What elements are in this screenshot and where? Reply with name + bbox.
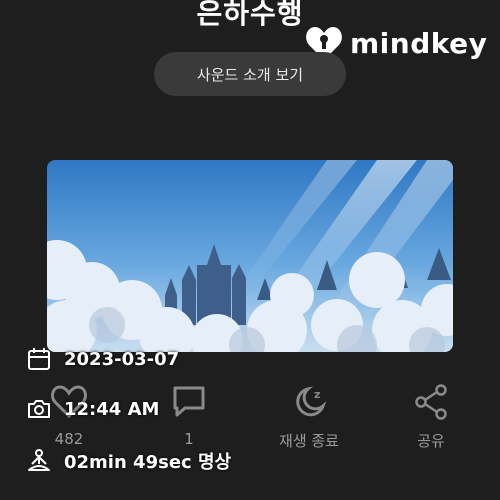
- sound-intro-button[interactable]: 사운드 소개 보기: [154, 52, 346, 96]
- sleep-timer-button[interactable]: z 재생 종료: [264, 384, 354, 451]
- time-text: 12:44 AM: [64, 398, 160, 420]
- date-text: 2023-03-07: [64, 348, 180, 370]
- like-count: 482: [54, 430, 84, 448]
- share-button[interactable]: 공유: [386, 384, 476, 451]
- sleep-timer-icon: z: [296, 386, 327, 417]
- meta-date: 2023-03-07: [26, 346, 179, 372]
- share-icon: [415, 384, 447, 420]
- brand-name: mindkey: [350, 26, 488, 60]
- cover-image: [47, 160, 453, 352]
- duration-text: 02min 49sec 명상: [64, 452, 232, 473]
- calendar-icon: [28, 348, 50, 370]
- comment-count: 1: [184, 430, 194, 448]
- meditation-icon: [28, 449, 50, 471]
- svg-text:z: z: [314, 388, 320, 401]
- meta-duration: 02min 49sec 명상: [26, 448, 231, 474]
- comment-icon: [173, 386, 205, 417]
- camera-icon: [28, 400, 50, 418]
- meta-time: 12:44 AM: [26, 396, 159, 422]
- sleep-timer-label: 재생 종료: [279, 432, 339, 450]
- share-label: 공유: [417, 432, 445, 450]
